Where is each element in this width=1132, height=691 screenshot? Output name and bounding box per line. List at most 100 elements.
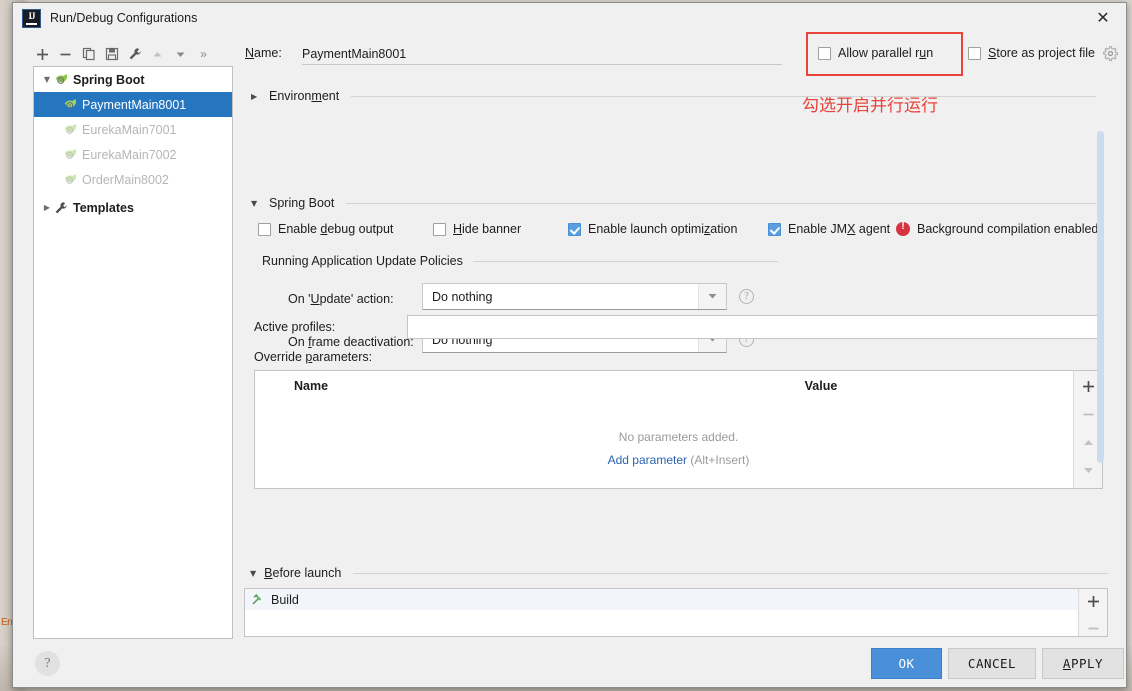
enable-debug-output-label: Enable debug output <box>278 222 394 236</box>
add-parameter-hint: (Alt+Insert) <box>690 453 750 467</box>
before-launch-list: Build <box>244 588 1108 637</box>
ok-button[interactable]: OK <box>871 648 942 679</box>
screen-root: En Run/Debug Configurations ✕ <box>0 0 1132 691</box>
build-hammer-icon <box>251 593 264 606</box>
hide-banner-label: Hide banner <box>453 222 522 236</box>
sidebar-item-templates[interactable]: ▶ Templates <box>34 195 232 220</box>
enable-launch-optimization-checkbox-box <box>568 222 581 236</box>
before-launch-header[interactable]: ▼ Before launch <box>250 566 1108 580</box>
store-as-project-file-label: Store as project file <box>988 46 1096 60</box>
close-icon[interactable]: ✕ <box>1080 3 1126 32</box>
on-update-action-dropdown[interactable]: Do nothing <box>422 283 727 310</box>
before-launch-label: Before launch <box>264 566 342 580</box>
section-divider <box>346 202 1096 204</box>
configuration-settings-panel: ▶ Environment ▼ Spring Boot Enable debug… <box>244 66 1108 555</box>
chevron-down-icon[interactable]: ▼ <box>250 569 256 578</box>
chevron-down-icon[interactable]: ▼ <box>40 75 54 84</box>
spring-boot-icon <box>63 172 82 187</box>
table-empty-text: No parameters added. <box>618 430 739 444</box>
help-button[interactable]: ? <box>35 651 60 676</box>
dialog-titlebar: Run/Debug Configurations ✕ <box>13 3 1126 33</box>
on-update-action-value: Do nothing <box>432 289 493 304</box>
hide-banner-checkbox-box <box>433 222 446 236</box>
spring-boot-section-header[interactable]: ▼ Spring Boot <box>251 196 1096 210</box>
move-parameter-up-button[interactable] <box>1078 433 1098 451</box>
column-header-value: Value <box>804 379 838 393</box>
configurations-toolbar: » <box>31 41 215 67</box>
table-empty-action-row: Add parameter (Alt+Insert) <box>255 453 1102 467</box>
on-update-action-label: On 'Update' action: <box>288 292 394 306</box>
allow-parallel-run-checkbox[interactable]: Allow parallel run <box>818 46 933 60</box>
settings-scrollbar[interactable] <box>1096 69 1105 554</box>
sidebar-item-label: EurekaMain7001 <box>82 122 177 137</box>
toolbar-overflow-button[interactable]: » <box>192 43 215 66</box>
environment-section-header[interactable]: ▶ Environment <box>251 89 1096 103</box>
enable-jmx-agent-checkbox[interactable]: Enable JMX agent <box>768 222 890 236</box>
chevron-down-icon[interactable]: ▼ <box>251 199 261 208</box>
sidebar-item-eurekamain7001[interactable]: EurekaMain7001 <box>34 117 232 142</box>
apply-button[interactable]: A PPLY <box>1042 648 1124 679</box>
add-before-launch-task-button[interactable] <box>1083 594 1103 609</box>
before-launch-item-label: Build <box>271 592 299 607</box>
enable-debug-output-checkbox-box <box>258 222 271 236</box>
background-compilation-warning: Background compilation enabled <box>896 221 1098 236</box>
wrench-icon <box>54 201 73 215</box>
move-parameter-down-button[interactable] <box>1078 461 1098 479</box>
sidebar-item-eurekamain7002[interactable]: EurekaMain7002 <box>34 142 232 167</box>
gear-icon[interactable] <box>1103 46 1118 66</box>
hide-banner-checkbox[interactable]: Hide banner <box>433 222 521 236</box>
chevron-right-icon[interactable]: ▶ <box>40 203 54 212</box>
override-parameters-label: Override parameters: <box>254 350 373 364</box>
column-header-name: Name <box>294 379 329 393</box>
move-up-button[interactable] <box>146 43 169 66</box>
spring-boot-icon <box>63 97 82 112</box>
override-parameters-table: Name Value No parameters added. Add para… <box>254 370 1103 489</box>
enable-jmx-agent-checkbox-box <box>768 222 781 236</box>
intellij-idea-logo-icon <box>22 8 41 28</box>
section-divider <box>472 260 778 262</box>
edit-templates-wrench-icon[interactable] <box>123 43 146 66</box>
sidebar-item-label: PaymentMain8001 <box>82 97 187 112</box>
table-header-row: Name Value <box>255 371 1102 401</box>
spring-boot-icon <box>63 122 82 137</box>
copy-configuration-button[interactable] <box>77 43 100 66</box>
section-divider <box>351 95 1096 97</box>
environment-section-label: Environment <box>269 89 340 103</box>
sidebar-item-paymentmain8001[interactable]: PaymentMain8001 <box>34 92 232 117</box>
add-configuration-button[interactable] <box>31 43 54 66</box>
update-policies-label: Running Application Update Policies <box>262 254 463 268</box>
error-icon <box>896 221 910 236</box>
name-input[interactable] <box>302 44 782 65</box>
sidebar-item-spring-boot[interactable]: ▼ Spring Boot <box>34 67 232 92</box>
cancel-button[interactable]: CANCEL <box>948 648 1036 679</box>
on-update-action-help-icon[interactable]: ? <box>739 289 754 304</box>
enable-jmx-agent-label: Enable JMX agent <box>788 222 891 236</box>
store-as-project-file-checkbox-box <box>968 46 981 60</box>
remove-parameter-button[interactable] <box>1078 405 1098 423</box>
sidebar-item-label: Spring Boot <box>73 72 145 87</box>
remove-configuration-button[interactable] <box>54 43 77 66</box>
enable-launch-optimization-checkbox[interactable]: Enable launch optimization <box>568 222 737 236</box>
enable-debug-output-checkbox[interactable]: Enable debug output <box>258 222 393 236</box>
move-down-button[interactable] <box>169 43 192 66</box>
active-profiles-input[interactable] <box>407 315 1098 339</box>
sidebar-item-ordermain8002[interactable]: OrderMain8002 <box>34 167 232 192</box>
store-as-project-file-checkbox[interactable]: Store as project file <box>968 46 1095 60</box>
chevron-right-icon[interactable]: ▶ <box>251 92 261 101</box>
background-window-text: En <box>1 617 13 628</box>
add-parameter-link[interactable]: Add parameter <box>608 453 687 467</box>
chevron-down-icon[interactable] <box>698 284 726 309</box>
add-parameter-button[interactable] <box>1078 377 1098 395</box>
settings-scrollbar-thumb[interactable] <box>1097 131 1104 463</box>
before-launch-item-build[interactable]: Build <box>245 589 1107 610</box>
spring-boot-section-label: Spring Boot <box>269 196 335 210</box>
remove-before-launch-task-button[interactable] <box>1083 621 1103 636</box>
run-debug-configurations-dialog: Run/Debug Configurations ✕ <box>12 2 1127 688</box>
allow-parallel-run-checkbox-box <box>818 46 831 60</box>
enable-launch-optimization-label: Enable launch optimization <box>588 222 738 236</box>
sidebar-item-label: Templates <box>73 200 134 215</box>
configurations-tree: ▼ Spring Boot PaymentMain8001 EurekaMain… <box>33 66 233 639</box>
sidebar-item-label: EurekaMain7002 <box>82 147 177 162</box>
save-configuration-button[interactable] <box>100 43 123 66</box>
section-divider <box>353 572 1108 574</box>
